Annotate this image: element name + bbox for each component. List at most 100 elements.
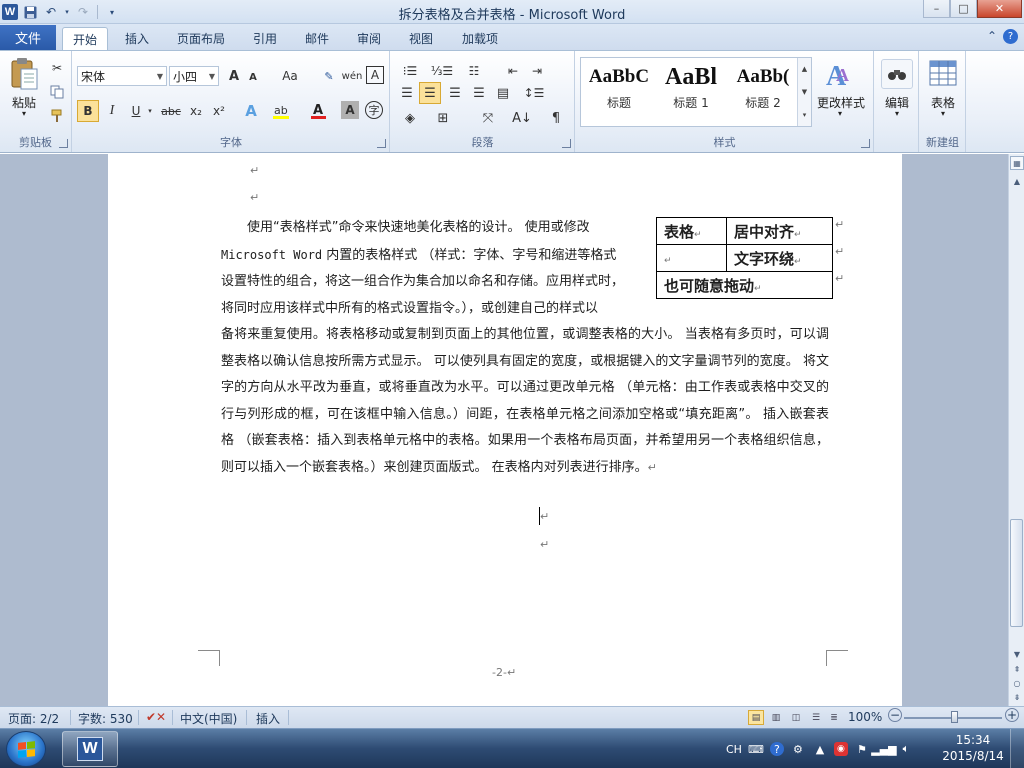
full-screen-reading-view-icon[interactable]: ▥ bbox=[768, 710, 784, 725]
keyboard-icon[interactable]: ⌨ bbox=[748, 741, 764, 757]
scroll-thumb[interactable] bbox=[1010, 519, 1023, 627]
subscript-button[interactable]: x₂ bbox=[186, 100, 206, 122]
zoom-slider-thumb[interactable] bbox=[951, 711, 958, 723]
input-language[interactable]: CH bbox=[726, 743, 742, 756]
web-layout-view-icon[interactable]: ◫ bbox=[788, 710, 804, 725]
increase-indent-icon[interactable]: ⇥ bbox=[527, 61, 547, 81]
outline-view-icon[interactable]: ☰ bbox=[808, 710, 824, 725]
chevron-up-icon[interactable]: ▲ bbox=[802, 65, 807, 73]
format-painter-icon[interactable] bbox=[48, 107, 66, 125]
zoom-in-button[interactable]: + bbox=[1005, 708, 1019, 722]
tab-addins[interactable]: 加载项 bbox=[452, 27, 508, 50]
superscript-button[interactable]: x² bbox=[209, 100, 229, 122]
maximize-button[interactable]: □ bbox=[950, 0, 977, 18]
table-cell-merged[interactable]: 也可随意拖动↵ bbox=[656, 271, 833, 299]
browse-object-icon[interactable]: ○ bbox=[1010, 676, 1024, 690]
highlight-icon[interactable]: ab bbox=[269, 100, 295, 122]
grow-font-button[interactable]: A bbox=[225, 66, 243, 86]
action-center-flag-icon[interactable]: ⚑ bbox=[854, 741, 870, 757]
zoom-out-button[interactable]: − bbox=[888, 708, 902, 722]
font-size-combo[interactable]: 小四 ▼ bbox=[169, 66, 219, 86]
network-icon[interactable]: ▂▄▆ bbox=[871, 741, 896, 757]
show-desktop-button[interactable] bbox=[1010, 729, 1024, 768]
justify-icon[interactable]: ☰ bbox=[469, 83, 489, 103]
paste-icon[interactable] bbox=[6, 55, 42, 93]
ruler-toggle-icon[interactable]: ▦ bbox=[1010, 156, 1024, 170]
italic-button[interactable]: I bbox=[102, 100, 122, 122]
gallery-scroll[interactable]: ▲ ▼ ▾ bbox=[797, 58, 811, 126]
line-spacing-icon[interactable]: ↕☰ bbox=[521, 83, 547, 103]
tab-page-layout[interactable]: 页面布局 bbox=[168, 27, 234, 50]
help-icon[interactable]: ? bbox=[1003, 29, 1018, 44]
clipboard-dialog-launcher-icon[interactable] bbox=[59, 139, 68, 148]
zoom-level[interactable]: 100% bbox=[848, 710, 882, 724]
chevron-down-icon[interactable]: ▼ bbox=[802, 88, 807, 96]
insert-mode[interactable]: 插入 bbox=[256, 710, 280, 727]
underline-dropdown-icon[interactable]: ▾ bbox=[146, 103, 154, 119]
bullets-icon[interactable]: ⁝☰ bbox=[397, 61, 423, 81]
customize-qat-icon[interactable]: ▾ bbox=[103, 3, 121, 21]
distributed-icon[interactable]: ▤ bbox=[493, 83, 513, 103]
styles-dialog-launcher-icon[interactable] bbox=[861, 139, 870, 148]
strikethrough-button[interactable]: abc bbox=[159, 100, 183, 122]
next-page-icon[interactable]: ⇟ bbox=[1010, 690, 1024, 704]
redo-icon[interactable]: ↷ bbox=[74, 3, 92, 21]
copy-icon[interactable] bbox=[48, 83, 66, 101]
shrink-font-button[interactable]: A bbox=[245, 68, 261, 86]
tab-home[interactable]: 开始 bbox=[62, 27, 108, 51]
font-dialog-launcher-icon[interactable] bbox=[377, 139, 386, 148]
table-cell[interactable]: 文字环绕↵ bbox=[726, 244, 833, 272]
tab-file[interactable]: 文件 bbox=[0, 25, 56, 50]
minimize-ribbon-icon[interactable]: ⌃ bbox=[987, 29, 997, 44]
character-shading-icon[interactable]: A bbox=[341, 101, 359, 119]
close-button[interactable]: ✕ bbox=[977, 0, 1022, 18]
show-hide-marks-icon[interactable]: ¶ bbox=[547, 108, 565, 128]
clock[interactable]: 15:34 2015/8/14 bbox=[938, 732, 1008, 764]
font-name-combo[interactable]: 宋体 ▼ bbox=[77, 66, 167, 86]
align-center-icon[interactable]: ☰ bbox=[419, 82, 441, 104]
change-styles-icon[interactable]: AA bbox=[820, 57, 860, 91]
style-item-heading-1[interactable]: AaBl 标题 1 bbox=[655, 60, 727, 124]
paragraph-dialog-launcher-icon[interactable] bbox=[562, 139, 571, 148]
document-page[interactable]: ↵ ↵ 使用“表格样式”命令来快速地美化表格的设计。 使用或修改 Microso… bbox=[108, 154, 902, 706]
print-layout-view-icon[interactable]: ▤ bbox=[748, 710, 764, 725]
vertical-scrollbar[interactable]: ▦ ▲ ▼ ⇞ ○ ⇟ bbox=[1008, 154, 1024, 706]
proofing-icon[interactable]: ✔✕ bbox=[146, 710, 166, 724]
scroll-down-icon[interactable]: ▼ bbox=[1010, 647, 1024, 661]
cut-icon[interactable]: ✂ bbox=[48, 59, 66, 77]
font-color-icon[interactable]: A bbox=[307, 100, 331, 122]
paste-dropdown-icon[interactable]: ▾ bbox=[18, 109, 30, 118]
draft-view-icon[interactable]: ≣ bbox=[826, 710, 842, 725]
save-icon[interactable] bbox=[21, 3, 39, 21]
floating-table[interactable]: 表格↵ 居中对齐↵ ↵ 文字环绕↵ 也可随意拖动↵ bbox=[656, 217, 833, 299]
page-count[interactable]: 页面: 2/2 bbox=[8, 710, 59, 727]
underline-button[interactable]: U bbox=[126, 100, 146, 122]
tab-references[interactable]: 引用 bbox=[242, 27, 288, 50]
table-dropdown-icon[interactable]: ▾ bbox=[937, 109, 949, 118]
clear-formatting-icon[interactable]: ✎ bbox=[319, 66, 339, 86]
table-cell[interactable]: ↵ bbox=[656, 244, 727, 272]
character-border-button[interactable]: A bbox=[366, 66, 384, 84]
numbering-icon[interactable]: ⅓☰ bbox=[429, 61, 455, 81]
word-count[interactable]: 字数: 530 bbox=[78, 710, 133, 727]
change-styles-dropdown-icon[interactable]: ▾ bbox=[834, 109, 846, 118]
taskbar-word-button[interactable]: W bbox=[62, 731, 118, 767]
scroll-up-icon[interactable]: ▲ bbox=[1010, 174, 1024, 188]
word-app-icon[interactable]: W bbox=[2, 4, 18, 20]
align-right-icon[interactable]: ☰ bbox=[445, 83, 465, 103]
show-hidden-icons-icon[interactable]: ▲ bbox=[812, 741, 828, 757]
gallery-more-icon[interactable]: ▾ bbox=[803, 111, 807, 119]
language[interactable]: 中文(中国) bbox=[180, 710, 237, 727]
borders-icon[interactable]: ⊞ bbox=[431, 108, 455, 128]
previous-page-icon[interactable]: ⇞ bbox=[1010, 662, 1024, 676]
multilevel-list-icon[interactable]: ☷ bbox=[461, 61, 487, 81]
undo-dropdown-icon[interactable]: ▾ bbox=[63, 3, 71, 21]
bold-button[interactable]: B bbox=[77, 100, 99, 122]
align-left-icon[interactable]: ☰ bbox=[397, 83, 417, 103]
phonetic-guide-icon[interactable]: wén bbox=[341, 66, 363, 86]
editing-dropdown-icon[interactable]: ▾ bbox=[891, 109, 903, 118]
style-item-title[interactable]: AaBbC 标题 bbox=[583, 60, 655, 124]
help-icon[interactable]: ? bbox=[769, 742, 784, 756]
chinese-layout-icon[interactable]: ⤧ bbox=[475, 108, 501, 128]
enclose-characters-icon[interactable]: 字 bbox=[365, 101, 383, 119]
